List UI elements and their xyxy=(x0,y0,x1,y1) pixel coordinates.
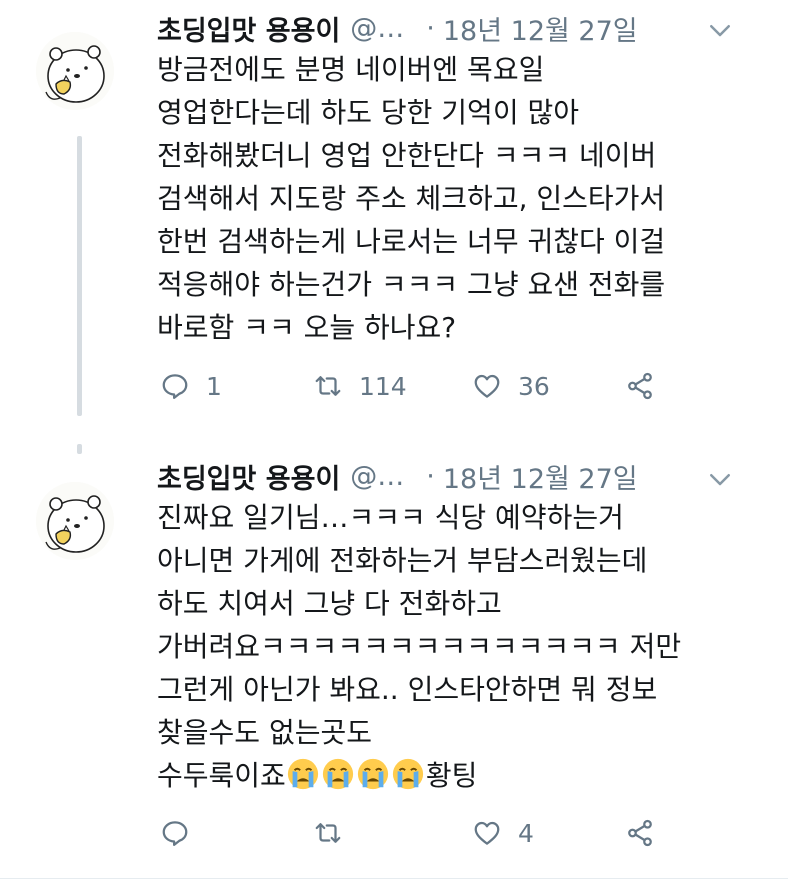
like-button[interactable]: 4 xyxy=(472,813,534,853)
tweet-actions: 1 114 36 xyxy=(157,366,717,406)
share-button[interactable] xyxy=(625,813,655,853)
tweet-text-line: 적응해야 하는건가 ㅋㅋㅋ 그냥 요샌 전화를 xyxy=(157,268,666,301)
reply-button[interactable] xyxy=(160,813,206,853)
reply-bubble-icon xyxy=(162,374,188,399)
bear-avatar-icon xyxy=(36,32,114,110)
author-name[interactable]: 초딩입맛 용용이 xyxy=(157,9,340,48)
avatar[interactable] xyxy=(36,32,114,110)
retweet-arrows-icon xyxy=(315,823,341,843)
tweet-text-line: 그런게 아닌가 봐요.. 인스타안하면 뭐 정보 xyxy=(157,673,658,706)
tweet-text: 방금전에도 분명 네이버엔 목요일 영업한다는데 하도 당한 기억이 많아 전화… xyxy=(157,48,777,349)
tweet-2[interactable]: 초딩입맛 용용이 @… · 18년 12월 27일 진짜요 일기님…ㅋㅋㅋ 식당… xyxy=(0,450,788,879)
heart-outline-icon xyxy=(474,374,500,398)
tweet-text-line: 하도 치여서 그냥 다 전화하고 xyxy=(157,587,502,620)
retweet-arrows-icon xyxy=(315,376,341,396)
share-nodes-icon xyxy=(628,372,652,400)
separator-dot: · xyxy=(426,460,435,492)
avatar[interactable] xyxy=(36,482,114,560)
author-name[interactable]: 초딩입맛 용용이 xyxy=(157,457,340,496)
retweet-button[interactable]: 114 xyxy=(313,366,407,406)
tweet-text-line: 바로함 ㅋㅋ 오늘 하나요? xyxy=(157,311,457,344)
tweet-date[interactable]: 18년 12월 27일 xyxy=(443,457,638,496)
reply-bubble-icon xyxy=(162,821,188,846)
tweet-header: 초딩입맛 용용이 @… · 18년 12월 27일 xyxy=(157,8,638,48)
tweet-actions: 4 xyxy=(157,813,717,853)
tweet-text-line: 영업한다는데 하도 당한 기억이 많아 xyxy=(157,96,580,129)
tweet-text-line: 방금전에도 분명 네이버엔 목요일 xyxy=(157,53,545,86)
tweet-text: 진짜요 일기님…ㅋㅋㅋ 식당 예약하는거 아니면 가게에 전화하는거 부담스러웠… xyxy=(157,496,777,797)
chevron-down-icon[interactable] xyxy=(705,464,735,494)
reply-count: 1 xyxy=(206,371,222,401)
chevron-down-icon[interactable] xyxy=(705,15,735,45)
thread-line xyxy=(77,136,82,416)
loudly-crying-face-icon xyxy=(391,758,426,792)
tweet-text-line-with-emoji: 수두룩이죠 황팅 xyxy=(157,754,777,797)
tweet-text-line: 찾을수도 없는곳도 xyxy=(157,716,372,749)
share-button[interactable] xyxy=(625,366,655,406)
text-before-emoji: 수두룩이죠 xyxy=(157,759,286,792)
like-count: 4 xyxy=(518,818,534,848)
tweet-text-line: 가버려요ㅋㅋㅋㅋㅋㅋㅋㅋㅋㅋㅋㅋㅋㅋ 저만 xyxy=(157,630,682,663)
separator-dot: · xyxy=(426,12,435,44)
bear-avatar-icon xyxy=(36,482,114,560)
share-nodes-icon xyxy=(628,819,652,847)
reply-button[interactable]: 1 xyxy=(160,366,222,406)
retweet-button[interactable] xyxy=(313,813,359,853)
loudly-crying-face-icon xyxy=(321,758,356,792)
loudly-crying-face-icon xyxy=(356,758,391,792)
tweet-text-line: 한번 검색하는게 나로서는 너무 귀찮다 이걸 xyxy=(157,225,666,258)
heart-outline-icon xyxy=(474,821,500,845)
author-handle[interactable]: @… xyxy=(350,13,404,44)
text-after-emoji: 황팅 xyxy=(425,759,478,792)
tweet-text-line: 진짜요 일기님…ㅋㅋㅋ 식당 예약하는거 xyxy=(157,501,624,534)
like-button[interactable]: 36 xyxy=(472,366,550,406)
tweet-1[interactable]: 초딩입맛 용용이 @… · 18년 12월 27일 방금전에도 분명 네이버엔 … xyxy=(0,0,788,454)
tweet-text-line: 전화해봤더니 영업 안한단다 ㅋㅋㅋ 네이버 xyxy=(157,139,657,172)
retweet-count: 114 xyxy=(359,371,407,401)
tweet-text-line: 아니면 가게에 전화하는거 부담스러웠는데 xyxy=(157,544,648,577)
tweet-text-line: 검색해서 지도랑 주소 체크하고, 인스타가서 xyxy=(157,182,666,215)
loudly-crying-face-icon xyxy=(286,758,321,792)
like-count: 36 xyxy=(518,371,550,401)
author-handle[interactable]: @… xyxy=(350,461,404,492)
tweet-header: 초딩입맛 용용이 @… · 18년 12월 27일 xyxy=(157,456,638,496)
tweet-date[interactable]: 18년 12월 27일 xyxy=(443,9,638,48)
